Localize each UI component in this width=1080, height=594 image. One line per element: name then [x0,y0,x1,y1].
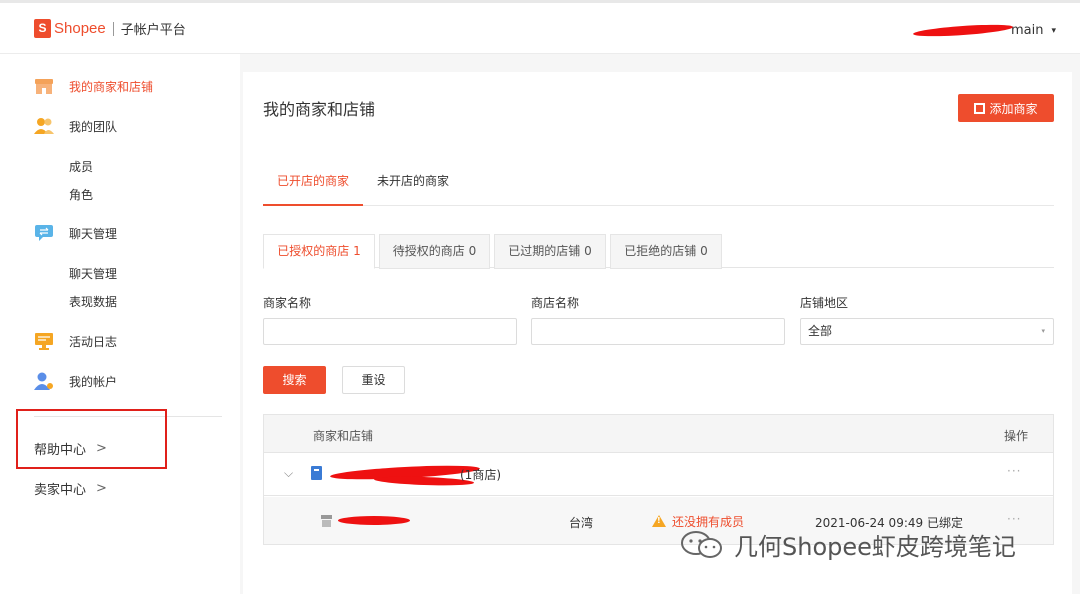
account-icon [34,372,54,390]
sidebar-item-team[interactable]: 我的团队 [34,115,117,137]
redaction-mark [912,22,1014,39]
seller-center-label: 卖家中心 [34,483,87,498]
sidebar-item-activity-log[interactable]: 活动日志 [34,330,117,352]
header-merchant-shop: 商家和店铺 [313,429,374,443]
expand-icon[interactable]: ⌵ [284,466,293,481]
tab-unopened-merchants[interactable]: 未开店的商家 [363,164,463,206]
sidebar-item-label: 我的商家和店铺 [69,79,154,94]
main-panel: 我的商家和店铺 添加商家 已开店的商家 未开店的商家 已授权的商店 1 待授权的… [243,72,1072,594]
logo-divider [112,21,114,36]
logo-text: Shopee [54,20,106,37]
chevron-right-icon: > [96,481,107,496]
caret-down-icon: ▾ [1041,327,1045,335]
sidebar-item-merchants-shops[interactable]: 我的商家和店铺 [34,75,153,97]
tab-opened-merchants[interactable]: 已开店的商家 [263,164,364,206]
chat-icon [34,224,54,242]
username: main [1010,23,1044,38]
warning-icon [652,515,666,527]
shop-region-value: 全部 [808,324,833,338]
shop-name-label: 商店名称 [531,296,580,310]
sidebar-subitem-performance[interactable]: 表现数据 [69,293,117,310]
sidebar-subitem-members[interactable]: 成员 [69,158,93,175]
platform-title: 子帐户平台 [120,23,186,38]
store-icon [34,77,54,95]
page-title: 我的商家和店铺 [263,100,376,119]
sidebar-subitem-chat-management[interactable]: 聊天管理 [69,265,117,282]
search-button[interactable]: 搜索 [263,366,326,394]
shop-region: 台湾 [569,516,594,530]
watermark-text: 几何Shopee虾皮跨境笔记 [734,533,1016,561]
merchant-name-input[interactable] [263,318,517,345]
wechat-watermark: 几何Shopee虾皮跨境笔记 [680,527,1016,562]
user-menu[interactable]: main ▾ [912,22,1056,39]
sidebar-item-label: 我的帐户 [69,374,118,389]
shop-region-select[interactable]: 全部 ▾ [800,318,1054,345]
reset-button[interactable]: 重设 [342,366,405,394]
sidebar-item-account[interactable]: 我的帐户 [34,370,117,392]
redaction-mark [338,516,410,525]
table-row[interactable]: ⌵ (1商店) ··· [264,453,1053,496]
merchant-tabs: 已开店的商家 未开店的商家 [263,164,1054,206]
sidebar-item-label: 活动日志 [69,334,118,349]
sidebar-item-label: 聊天管理 [69,226,118,241]
tab-rejected-shops[interactable]: 已拒绝的店铺 0 [610,234,722,269]
annotation-highlight-box [16,409,167,469]
header-actions: 操作 [1004,429,1029,443]
more-actions-icon[interactable]: ··· [1007,464,1021,478]
shopee-bag-icon: S [34,19,51,38]
shop-name-input[interactable] [531,318,785,345]
shop-region-label: 店铺地区 [800,296,849,310]
wechat-icon [680,530,724,560]
add-merchant-label: 添加商家 [989,101,1038,116]
merchant-table: 商家和店铺 操作 ⌵ (1商店) ··· 台湾 还没拥有成员 2021-06-2… [263,414,1054,545]
add-merchant-icon [974,102,986,114]
sidebar: 我的商家和店铺 我的团队 成员 角色 聊天管理 聊天管理 表现数据 活动日志 我… [0,54,240,594]
merchant-icon [311,466,322,483]
sidebar-item-chat[interactable]: 聊天管理 [34,222,117,244]
tab-pending-shops[interactable]: 待授权的商店 0 [379,234,490,269]
merchant-name-label: 商家名称 [263,296,312,310]
tab-authorized-shops[interactable]: 已授权的商店 1 [263,234,375,269]
shop-status-tabs: 已授权的商店 1 待授权的商店 0 已过期的店铺 0 已拒绝的店铺 0 [263,234,1054,269]
tab-expired-shops[interactable]: 已过期的店铺 0 [494,234,606,269]
add-merchant-button[interactable]: 添加商家 [958,94,1054,122]
shopee-logo[interactable]: S Shopee 子帐户平台 [34,19,186,38]
more-actions-icon[interactable]: ··· [1007,512,1021,526]
seller-center-link[interactable]: 卖家中心 > [34,479,107,498]
caret-down-icon: ▾ [1051,25,1056,36]
table-header: 商家和店铺 操作 [264,415,1053,453]
sidebar-subitem-roles[interactable]: 角色 [69,186,93,203]
shop-count: (1商店) [460,468,501,482]
team-icon [34,117,54,135]
sidebar-item-label: 我的团队 [69,119,118,134]
top-bar: S Shopee 子帐户平台 main ▾ [0,0,1080,54]
log-icon [34,332,54,350]
shop-icon [321,515,332,530]
